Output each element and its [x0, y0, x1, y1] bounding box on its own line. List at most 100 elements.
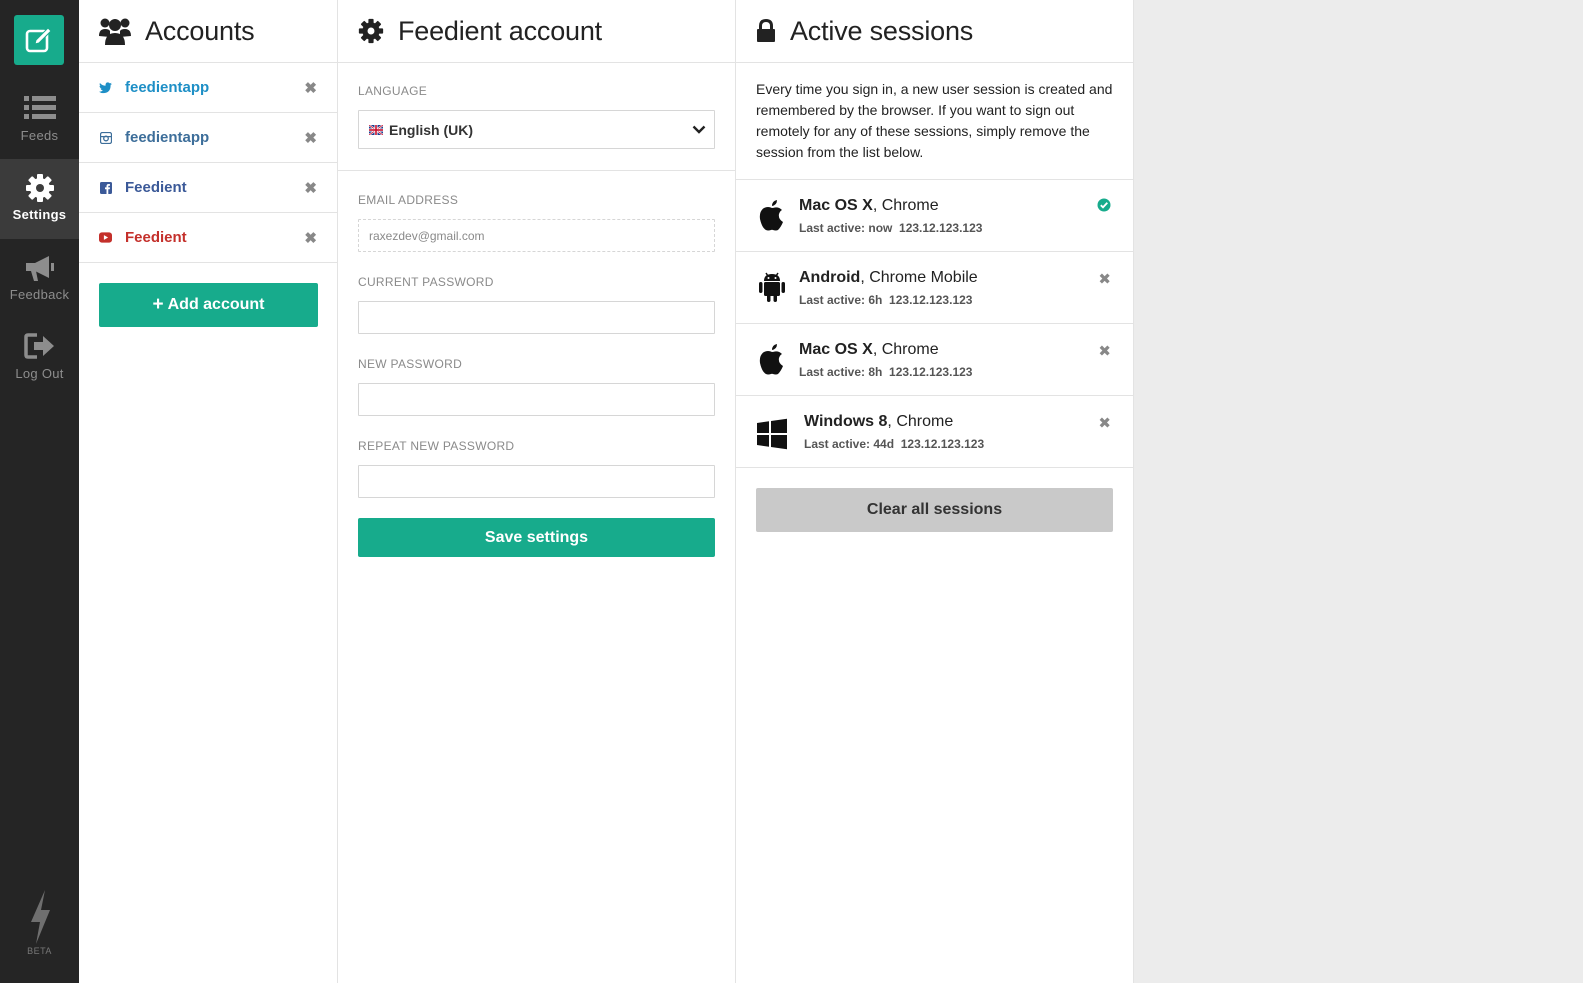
- session-ip: 123.12.123.123: [889, 293, 973, 307]
- new-password-label: NEW PASSWORD: [358, 357, 463, 371]
- session-meta: Last active: 8h 123.12.123.123: [799, 365, 972, 379]
- session-meta: Last active: now 123.12.123.123: [799, 221, 982, 235]
- accounts-panel: Accounts feedientapp ✖ feedientapp ✖ Fee…: [79, 0, 338, 983]
- email-label: EMAIL ADDRESS: [358, 193, 459, 207]
- feedient-account-panel: Feedient account LANGUAGE English (UK) E…: [338, 0, 736, 983]
- youtube-icon: [99, 231, 112, 244]
- feedient-account-header: Feedient account: [338, 0, 735, 63]
- session-browser: , Chrome: [887, 413, 954, 430]
- session-title: Mac OS X, Chrome: [799, 341, 939, 359]
- session-row: Mac OS X, Chrome Last active: now 123.12…: [736, 180, 1133, 252]
- remove-account-icon[interactable]: ✖: [304, 129, 317, 147]
- account-row-twitter[interactable]: feedientapp ✖: [79, 63, 337, 113]
- repeat-password-label: REPEAT NEW PASSWORD: [358, 439, 515, 453]
- apple-icon: [759, 344, 783, 375]
- session-ip: 123.12.123.123: [900, 437, 985, 451]
- session-os: Windows 8: [804, 413, 888, 430]
- uk-flag-icon: [369, 124, 383, 135]
- account-row-youtube[interactable]: Feedient ✖: [79, 213, 337, 263]
- session-row: Android, Chrome Mobile Last active: 6h 1…: [736, 252, 1133, 324]
- language-value: English (UK): [389, 121, 473, 138]
- android-icon: [759, 272, 785, 302]
- active-sessions-panel: Active sessions Every time you sign in, …: [736, 0, 1134, 983]
- session-ip: 123.12.123.123: [889, 365, 973, 379]
- active-sessions-title: Active sessions: [790, 15, 974, 46]
- session-last-active: Last active: now: [799, 221, 893, 235]
- list-icon: [0, 94, 79, 126]
- clear-all-sessions-button[interactable]: Clear all sessions: [756, 488, 1113, 532]
- compose-button[interactable]: [14, 15, 64, 65]
- account-name: feedientapp: [125, 129, 210, 146]
- session-last-active: Last active: 6h: [799, 293, 883, 307]
- session-row: Windows 8, Chrome Last active: 44d 123.1…: [736, 396, 1133, 468]
- session-meta: Last active: 6h 123.12.123.123: [799, 293, 972, 307]
- accounts-title: Accounts: [145, 15, 255, 46]
- account-row-instagram[interactable]: feedientapp ✖: [79, 113, 337, 163]
- nav-label-settings: Settings: [12, 207, 67, 222]
- nav-item-feedback[interactable]: Feedback: [0, 239, 79, 319]
- remove-session-icon[interactable]: ✖: [1098, 414, 1111, 432]
- credentials-section: EMAIL ADDRESS raxezdev@gmail.com CURRENT…: [338, 171, 735, 557]
- save-settings-button[interactable]: Save settings: [358, 518, 715, 557]
- email-value: raxezdev@gmail.com: [369, 228, 485, 243]
- chevron-down-icon: [692, 125, 706, 134]
- gear-icon: [358, 18, 384, 44]
- remove-session-icon[interactable]: ✖: [1098, 342, 1111, 360]
- nav-item-feeds[interactable]: Feeds: [0, 80, 79, 160]
- session-os: Android: [799, 269, 861, 286]
- new-password-field[interactable]: [358, 383, 715, 416]
- session-os: Mac OS X: [799, 341, 873, 358]
- nav-label-feeds: Feeds: [20, 128, 59, 143]
- nav-label-logout: Log Out: [15, 366, 64, 381]
- session-ip: 123.12.123.123: [899, 221, 983, 235]
- nav-item-settings[interactable]: Settings: [0, 159, 79, 239]
- beta-label: BETA: [27, 946, 52, 956]
- instagram-icon: [99, 131, 112, 144]
- remove-session-icon[interactable]: ✖: [1098, 270, 1111, 288]
- repeat-password-field[interactable]: [358, 465, 715, 498]
- session-row: Mac OS X, Chrome Last active: 8h 123.12.…: [736, 324, 1133, 396]
- nav-item-logout[interactable]: Log Out: [0, 318, 79, 398]
- edit-icon: [25, 27, 52, 53]
- apple-icon: [759, 200, 783, 231]
- twitter-icon: [99, 81, 112, 94]
- megaphone-icon: [0, 253, 79, 285]
- language-label: LANGUAGE: [358, 84, 428, 98]
- add-account-button[interactable]: + Add account: [99, 283, 318, 327]
- email-field: raxezdev@gmail.com: [358, 219, 715, 252]
- language-section: LANGUAGE English (UK): [338, 63, 735, 171]
- account-name: Feedient: [125, 179, 187, 196]
- account-row-facebook[interactable]: Feedient ✖: [79, 163, 337, 213]
- session-meta: Last active: 44d 123.12.123.123: [804, 437, 984, 451]
- remove-account-icon[interactable]: ✖: [304, 229, 317, 247]
- windows-icon: [757, 418, 787, 450]
- lock-icon: [757, 19, 775, 42]
- users-icon: [99, 18, 131, 45]
- remove-account-icon[interactable]: ✖: [304, 79, 317, 97]
- account-name: feedientapp: [125, 79, 210, 96]
- save-settings-label: Save settings: [484, 528, 589, 546]
- account-name: Feedient: [125, 229, 187, 246]
- current-password-field[interactable]: [358, 301, 715, 334]
- sessions-description-text: Every time you sign in, a new user sessi…: [756, 81, 1113, 160]
- nav-label-feedback: Feedback: [9, 287, 70, 302]
- sessions-description: Every time you sign in, a new user sessi…: [736, 63, 1133, 180]
- session-title: Android, Chrome Mobile: [799, 269, 978, 287]
- main-nav: Feeds Settings Feedback Log Out BETA: [0, 0, 79, 983]
- current-password-label: CURRENT PASSWORD: [358, 275, 494, 289]
- language-select[interactable]: English (UK): [358, 110, 715, 149]
- remove-account-icon[interactable]: ✖: [304, 179, 317, 197]
- accounts-header: Accounts: [79, 0, 337, 63]
- session-browser: , Chrome: [872, 197, 939, 214]
- plus-icon: +: [152, 294, 164, 315]
- session-os: Mac OS X: [799, 197, 873, 214]
- add-account-label: Add account: [167, 296, 265, 313]
- logout-icon: [0, 332, 79, 364]
- session-last-active: Last active: 8h: [799, 365, 883, 379]
- lightning-icon: [30, 890, 50, 944]
- active-sessions-header: Active sessions: [736, 0, 1133, 63]
- facebook-icon: [99, 181, 112, 194]
- current-session-check-icon: [1097, 198, 1111, 212]
- session-title: Mac OS X, Chrome: [799, 197, 939, 215]
- session-browser: , Chrome Mobile: [860, 269, 978, 286]
